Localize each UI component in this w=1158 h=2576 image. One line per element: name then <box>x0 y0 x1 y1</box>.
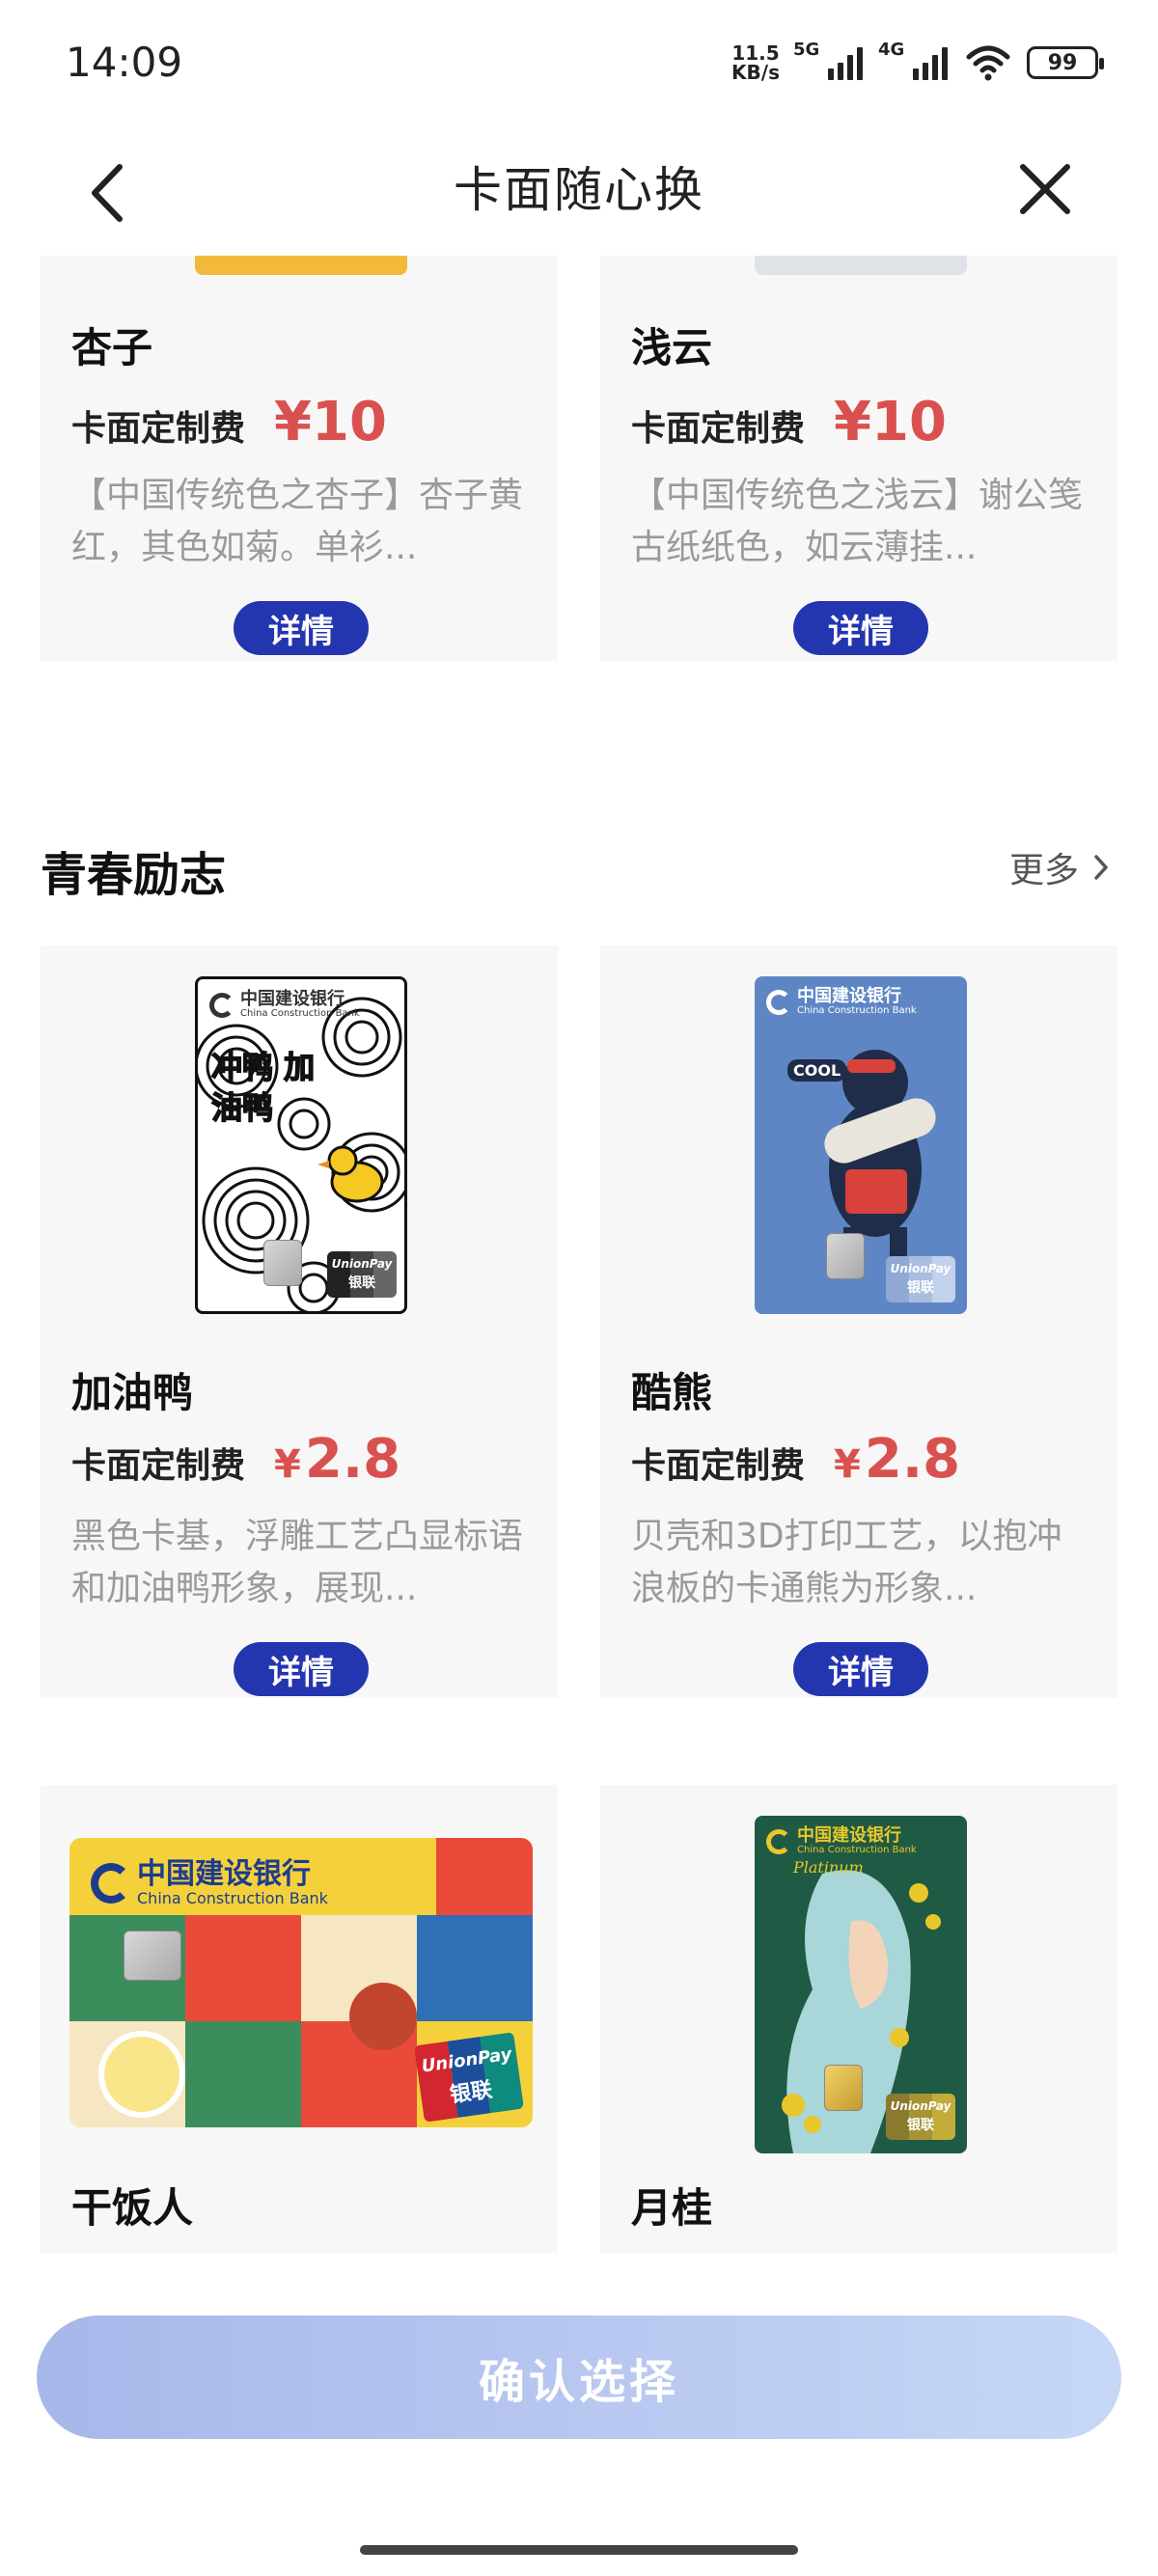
card-face-list[interactable]: 杏子 卡面定制费 ¥10 【中国传统色之杏子】杏子黄红，其色如菊。单衫... 详… <box>0 256 1158 2253</box>
signal-5g-icon: 5G <box>793 40 865 80</box>
card-name: 加油鸭 <box>71 1369 194 1416</box>
status-bar: 14:09 11.5 KB/s 5G 4G 99 <box>0 0 1158 130</box>
fee-row: 卡面定制费 ¥10 <box>631 391 947 453</box>
card-name: 干饭人 <box>71 2184 194 2232</box>
card-art-label: COOL <box>787 1059 847 1082</box>
fee-label: 卡面定制费 <box>631 1446 806 1486</box>
card-name: 月桂 <box>631 2184 713 2232</box>
card-art-slogan: 冲鸭 加油鸭 <box>210 1048 316 1127</box>
unionpay-logo: UnionPay 银联 <box>327 1251 397 1298</box>
unionpay-logo: UnionPay 银联 <box>886 2094 955 2140</box>
card-tile-laurel[interactable]: 中国建设银行 China Construction Bank Platinum U… <box>600 1785 1117 2253</box>
card-image-go-duck: 冲鸭 加油鸭 中国建设银行 China Construction Bank Uni… <box>195 976 407 1314</box>
card-description: 【中国传统色之杏子】杏子黄红，其色如菊。单衫... <box>71 476 524 567</box>
network-speed: 11.5 KB/s <box>731 41 780 84</box>
fee-currency: ¥ <box>274 1442 301 1487</box>
card-name: 酷熊 <box>631 1369 713 1416</box>
fee-row: 卡面定制费 ¥ 2.8 <box>71 1428 400 1491</box>
more-label: 更多 <box>1008 851 1079 891</box>
card-tile-apricot[interactable]: 杏子 卡面定制费 ¥10 【中国传统色之杏子】杏子黄红，其色如菊。单衫... 详… <box>41 256 558 661</box>
wifi-icon <box>966 45 1010 81</box>
more-link[interactable]: 更多 <box>1009 842 1110 892</box>
fee-price: 2.8 <box>304 1428 401 1491</box>
page-title: 卡面随心换 <box>454 162 704 218</box>
confirm-bar: 确认选择 <box>0 2253 1158 2576</box>
fee-label: 卡面定制费 <box>631 409 806 449</box>
card-image-apricot <box>195 256 407 275</box>
card-name: 浅云 <box>631 324 713 371</box>
fee-price: 2.8 <box>864 1428 961 1491</box>
confirm-selection-button[interactable]: 确认选择 <box>37 2316 1121 2439</box>
card-tier-label: Platinum <box>793 1858 864 1877</box>
status-icons: 11.5 KB/s 5G 4G 99 <box>731 39 1104 87</box>
chip-icon <box>124 1931 181 1981</box>
card-description: 贝壳和3D打印工艺，以抱冲浪板的卡通熊为形象... <box>631 1517 1062 1608</box>
card-description: 黑色卡基，浮雕工艺凸显标语和加油鸭形象，展现... <box>71 1517 524 1608</box>
card-image-light-cloud <box>755 256 967 275</box>
battery-icon: 99 <box>1027 46 1104 79</box>
chip-icon <box>824 2065 863 2111</box>
fee-price: ¥10 <box>274 391 387 453</box>
fee-currency: ¥ <box>834 1442 861 1487</box>
card-image-cool-bear: COOL 中国建设银行 China Construction Bank Union… <box>755 976 967 1314</box>
unionpay-logo: UnionPay 银联 <box>413 2032 525 2123</box>
chip-icon <box>826 1233 865 1279</box>
nav-bar: 卡面随心换 <box>0 130 1158 256</box>
section-title: 青春励志 <box>41 848 227 902</box>
fee-label: 卡面定制费 <box>71 409 246 449</box>
detail-button[interactable]: 详情 <box>234 601 369 655</box>
detail-button[interactable]: 详情 <box>234 1642 369 1696</box>
close-icon[interactable] <box>1011 155 1079 223</box>
detail-button[interactable]: 详情 <box>793 1642 928 1696</box>
fee-price: ¥10 <box>834 391 947 453</box>
card-name: 杏子 <box>71 324 153 371</box>
fee-row: 卡面定制费 ¥ 2.8 <box>631 1428 960 1491</box>
card-description: 【中国传统色之浅云】谢公笺古纸纸色，如云薄挂... <box>631 476 1084 567</box>
card-image-laurel: 中国建设银行 China Construction Bank Platinum U… <box>755 1816 967 2153</box>
unionpay-logo: UnionPay 银联 <box>886 1256 955 1302</box>
card-tile-foodie[interactable]: 中国建设银行 China Construction Bank UnionPay 银… <box>41 1785 558 2253</box>
card-tile-cool-bear[interactable]: COOL 中国建设银行 China Construction Bank Union… <box>600 945 1117 1698</box>
chevron-right-icon <box>1094 855 1108 880</box>
detail-button[interactable]: 详情 <box>793 601 928 655</box>
fee-label: 卡面定制费 <box>71 1446 246 1486</box>
card-tile-go-duck[interactable]: 冲鸭 加油鸭 中国建设银行 China Construction Bank Uni… <box>41 945 558 1698</box>
signal-4g-icon: 4G <box>878 40 950 80</box>
card-tile-light-cloud[interactable]: 浅云 卡面定制费 ¥10 【中国传统色之浅云】谢公笺古纸纸色，如云薄挂... 详… <box>600 256 1117 661</box>
chip-icon <box>263 1240 302 1286</box>
home-indicator[interactable] <box>360 2545 798 2555</box>
card-image-foodie: 中国建设银行 China Construction Bank UnionPay 银… <box>69 1838 533 2127</box>
fee-row: 卡面定制费 ¥10 <box>71 391 387 453</box>
status-time: 14:09 <box>66 39 183 86</box>
